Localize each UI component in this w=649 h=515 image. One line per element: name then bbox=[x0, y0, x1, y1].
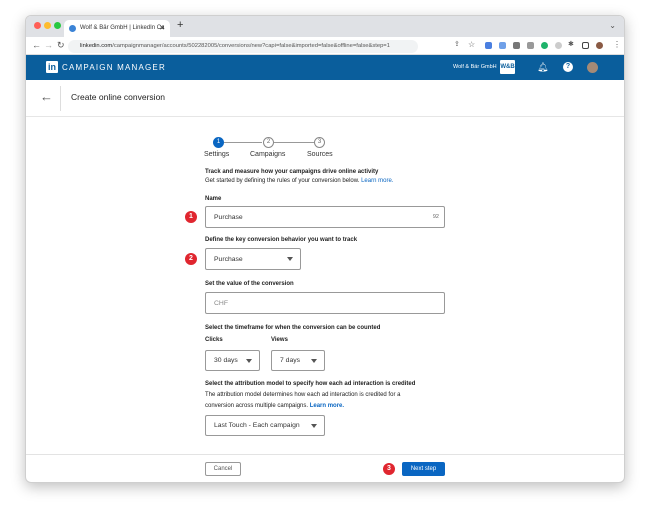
user-avatar[interactable] bbox=[587, 62, 598, 73]
address-bar-row: ← → ↻ linkedin.com/campaignmanager/accou… bbox=[26, 37, 624, 55]
back-arrow-icon[interactable]: ← bbox=[40, 89, 53, 104]
account-name[interactable]: Wolf & Bär GmbH bbox=[453, 64, 497, 70]
clicks-window-select[interactable]: 30 days bbox=[205, 350, 260, 371]
clicks-value: 30 days bbox=[214, 357, 238, 364]
dropdown-caret-icon bbox=[246, 358, 252, 363]
reload-icon[interactable]: ↻ bbox=[57, 40, 65, 51]
bookmark-star-icon[interactable]: ☆ bbox=[468, 40, 475, 49]
step-label-sources: Sources bbox=[307, 151, 333, 158]
step-label-campaigns: Campaigns bbox=[250, 151, 286, 158]
app-header: in CAMPAIGN MANAGER Wolf & Bär GmbH W&B … bbox=[26, 55, 624, 80]
name-label: Name bbox=[205, 196, 222, 202]
behavior-select[interactable]: Purchase bbox=[205, 248, 301, 270]
extension-icon[interactable] bbox=[499, 42, 506, 49]
url-domain: linkedin.com bbox=[80, 43, 113, 49]
attribution-label: Select the attribution model to specify … bbox=[205, 381, 416, 387]
next-step-button[interactable]: Next step bbox=[402, 462, 445, 476]
attribution-model-select[interactable]: Last Touch - Each campaign bbox=[205, 415, 325, 436]
name-input[interactable]: Purchase 92 bbox=[205, 206, 445, 228]
dropdown-caret-icon bbox=[311, 423, 317, 428]
views-value: 7 days bbox=[280, 357, 301, 364]
notifications-bell-icon[interactable]: 🔔︎ bbox=[537, 62, 548, 73]
app-name: CAMPAIGN MANAGER bbox=[62, 63, 166, 72]
step-3-indicator: 3 bbox=[314, 137, 325, 148]
browser-window: Wolf & Bär GmbH | LinkedIn Ca ✕ + ⌄ ← → … bbox=[25, 15, 625, 483]
cancel-button[interactable]: Cancel bbox=[205, 462, 241, 476]
learn-more-link[interactable]: Learn more. bbox=[361, 178, 393, 184]
footer-divider bbox=[26, 454, 624, 455]
url-input[interactable]: linkedin.com/campaignmanager/accounts/50… bbox=[68, 40, 418, 53]
close-tab-icon[interactable]: ✕ bbox=[159, 24, 165, 32]
tab-title: Wolf & Bär GmbH | LinkedIn Ca bbox=[80, 25, 165, 31]
help-icon[interactable]: ? bbox=[563, 62, 573, 72]
intro-heading: Track and measure how your campaigns dri… bbox=[205, 169, 379, 175]
grammarly-icon[interactable] bbox=[541, 42, 548, 49]
annotation-badge-2: 2 bbox=[185, 253, 197, 265]
close-window-button[interactable] bbox=[34, 22, 41, 29]
new-tab-button[interactable]: + bbox=[177, 19, 183, 31]
menu-dots-icon[interactable]: ⋮ bbox=[613, 40, 621, 49]
intro-text: Get started by defining the rules of you… bbox=[205, 178, 393, 184]
dropdown-caret-icon bbox=[311, 358, 317, 363]
linkedin-logo[interactable]: in bbox=[46, 61, 58, 73]
clicks-label: Clicks bbox=[205, 337, 223, 343]
divider bbox=[60, 86, 61, 111]
maximize-window-button[interactable] bbox=[54, 22, 61, 29]
views-window-select[interactable]: 7 days bbox=[271, 350, 325, 371]
forward-arrow-icon[interactable]: → bbox=[44, 40, 53, 50]
minimize-window-button[interactable] bbox=[44, 22, 51, 29]
annotation-badge-1: 1 bbox=[185, 211, 197, 223]
annotation-badge-3: 3 bbox=[383, 463, 395, 475]
behavior-label: Define the key conversion behavior you w… bbox=[205, 237, 358, 243]
profile-avatar[interactable] bbox=[596, 42, 603, 49]
share-icon[interactable]: ⇪ bbox=[454, 40, 460, 48]
account-logo[interactable]: W&B bbox=[500, 60, 515, 74]
timeframe-label: Select the timeframe for when the conver… bbox=[205, 325, 381, 331]
name-value: Purchase bbox=[214, 213, 243, 221]
character-counter: 92 bbox=[432, 214, 439, 220]
extensions-puzzle-icon[interactable]: ✱ bbox=[568, 40, 574, 48]
page-title: Create online conversion bbox=[71, 92, 166, 102]
behavior-value: Purchase bbox=[214, 255, 243, 263]
side-panel-icon[interactable] bbox=[582, 42, 589, 49]
intro-text-body: Get started by defining the rules of you… bbox=[205, 178, 360, 184]
url-path: /campaignmanager/accounts/502282005/conv… bbox=[112, 43, 390, 49]
step-1-indicator: 1 bbox=[213, 137, 224, 148]
extension-icon[interactable] bbox=[555, 42, 562, 49]
attribution-value: Last Touch - Each campaign bbox=[214, 422, 300, 429]
attribution-description-2: conversion across multiple campaigns. Le… bbox=[205, 403, 344, 409]
value-label: Set the value of the conversion bbox=[205, 281, 294, 287]
extension-icon[interactable] bbox=[485, 42, 492, 49]
step-label-settings: Settings bbox=[204, 151, 230, 158]
step-connector bbox=[274, 142, 314, 143]
extension-icon[interactable] bbox=[513, 42, 520, 49]
views-label: Views bbox=[271, 337, 288, 343]
attribution-description: The attribution model determines how eac… bbox=[205, 392, 401, 398]
step-connector bbox=[224, 142, 262, 143]
dropdown-caret-icon bbox=[287, 257, 293, 261]
favicon-icon bbox=[69, 25, 76, 32]
page-header: ← Create online conversion bbox=[26, 80, 624, 117]
attribution-description-text: conversion across multiple campaigns. bbox=[205, 403, 309, 409]
attribution-learn-more-link[interactable]: Learn more. bbox=[310, 403, 344, 409]
back-arrow-icon[interactable]: ← bbox=[32, 40, 41, 50]
value-placeholder: CHF bbox=[214, 299, 228, 307]
tab-search-chevron-icon[interactable]: ⌄ bbox=[609, 21, 616, 30]
tab-bar: Wolf & Bär GmbH | LinkedIn Ca ✕ + ⌄ bbox=[26, 16, 624, 37]
value-input[interactable]: CHF bbox=[205, 292, 445, 314]
browser-tab[interactable]: Wolf & Bär GmbH | LinkedIn Ca ✕ bbox=[64, 20, 170, 37]
extension-icon[interactable] bbox=[527, 42, 534, 49]
step-2-indicator: 2 bbox=[263, 137, 274, 148]
